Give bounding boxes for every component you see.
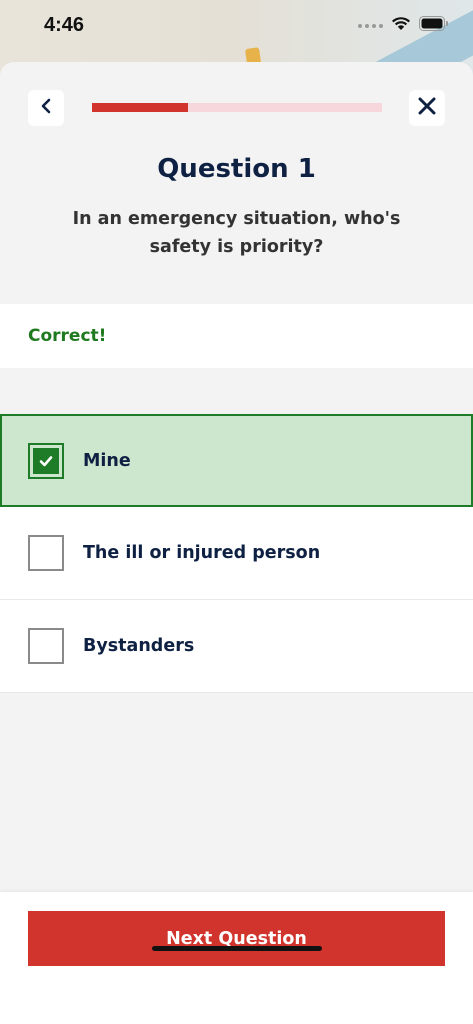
next-question-button[interactable]: Next Question (28, 911, 445, 966)
checkbox[interactable] (28, 442, 64, 479)
question-text: In an emergency situation, who's safety … (72, 209, 401, 257)
answer-option-mine[interactable]: Mine (0, 414, 473, 507)
status-bar: 4:46 (0, 0, 473, 52)
checkbox[interactable] (28, 535, 64, 571)
quiz-sheet: Question 1 In an emergency situation, wh… (0, 62, 473, 1024)
wifi-icon (391, 16, 411, 35)
quiz-progress-fill (92, 103, 188, 112)
back-button[interactable] (28, 90, 64, 126)
answer-option-ill-or-injured-person[interactable]: The ill or injured person (0, 507, 473, 600)
quiz-footer: Next Question (0, 892, 473, 1024)
answer-option-bystanders[interactable]: Bystanders (0, 600, 473, 693)
answer-option-label: Bystanders (83, 636, 195, 656)
answer-option-label: Mine (83, 450, 131, 471)
chevron-left-icon (39, 98, 53, 118)
question-title: Question 1 (157, 154, 316, 184)
quiz-header (0, 62, 473, 152)
close-icon (418, 97, 436, 119)
signal-icon (358, 23, 383, 28)
home-indicator[interactable] (152, 946, 322, 951)
feedback-text: Correct! (28, 326, 107, 346)
answer-options: Mine The ill or injured person Bystander… (0, 414, 473, 693)
close-button[interactable] (409, 90, 445, 126)
checkmark-icon (33, 447, 59, 474)
answer-option-label: The ill or injured person (83, 543, 321, 563)
status-icons (358, 16, 449, 35)
status-time: 4:46 (44, 14, 85, 36)
battery-icon (419, 16, 449, 35)
answer-feedback: Correct! (0, 304, 473, 368)
checkbox[interactable] (28, 628, 64, 664)
quiz-progress-bar (92, 103, 382, 112)
